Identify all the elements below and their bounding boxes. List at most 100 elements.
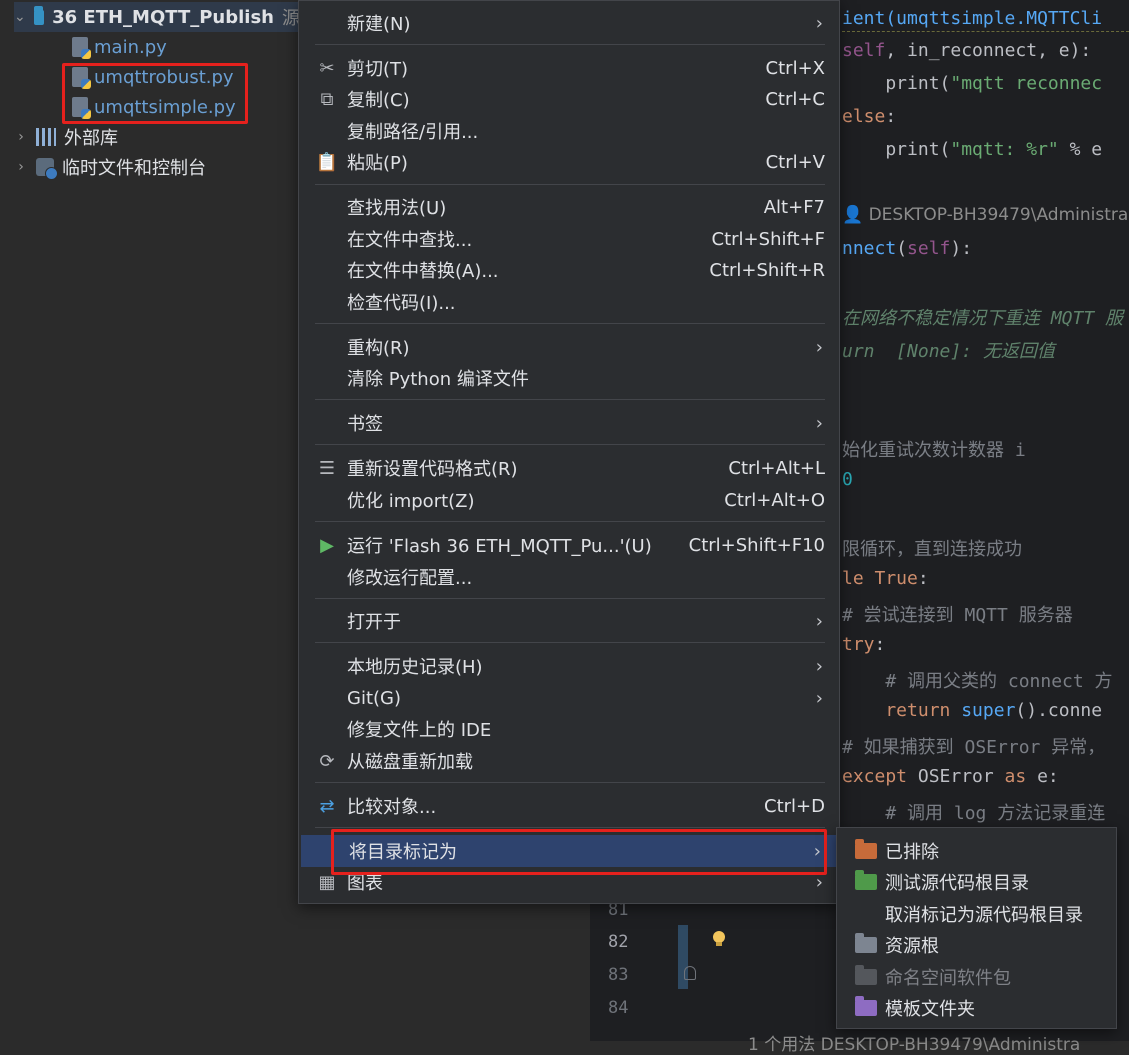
menu-separator [315, 598, 825, 599]
chevron-right-icon: › [815, 12, 823, 34]
submenu-item-resources[interactable]: 资源根 [837, 929, 1116, 960]
root-folder-label: 36 ETH_MQTT_Publish [52, 6, 274, 28]
tree-root-folder[interactable]: ⌄ 36 ETH_MQTT_Publish 源 [14, 2, 300, 32]
menu-separator [315, 827, 825, 828]
menu-item-find-usages[interactable]: 查找用法(U) Alt+F7 [299, 191, 839, 223]
menu-item-refactor[interactable]: 重构(R) › [299, 331, 839, 363]
code-line: except OSError as e: [842, 766, 1059, 787]
tree-file-main[interactable]: main.py [72, 32, 167, 62]
menu-item-inspect-code[interactable]: 检查代码(I)... [299, 286, 839, 318]
run-icon: ▶ [320, 534, 334, 556]
menu-item-find-in-files[interactable]: 在文件中查找... Ctrl+Shift+F [299, 223, 839, 255]
docstring-line: 在网络不稳定情况下重连 MQTT 服 [842, 308, 1124, 329]
menu-item-reload[interactable]: ⟳ 从磁盘重新加载 [299, 745, 839, 777]
menu-item-git[interactable]: Git(G) › [299, 682, 839, 714]
test-folder-icon [855, 869, 877, 890]
comment-line: # 调用 log 方法记录重连 [842, 803, 1106, 824]
reload-icon: ⟳ [319, 750, 335, 772]
line-number: 82 [608, 932, 629, 952]
chevron-right-icon: › [815, 687, 823, 709]
submenu-item-unmark[interactable]: 取消标记为源代码根目录 [837, 898, 1116, 929]
line-gutter [592, 890, 690, 1041]
reformat-icon: ☰ [318, 457, 336, 479]
code-line: return super().conne [842, 700, 1103, 721]
menu-item-replace-in-files[interactable]: 在文件中替换(A)... Ctrl+Shift+R [299, 254, 839, 286]
file-label: main.py [94, 36, 167, 58]
menu-item-clean-python[interactable]: 清除 Python 编译文件 [299, 362, 839, 394]
menu-item-copy[interactable]: ⧉ 复制(C) Ctrl+C [299, 83, 839, 115]
menu-item-repair-ide[interactable]: 修复文件上的 IDE [299, 713, 839, 745]
menu-item-compare[interactable]: ⇄ 比较对象... Ctrl+D [299, 790, 839, 822]
menu-item-modify-run[interactable]: 修改运行配置... [299, 561, 839, 593]
comment-line: # 尝试连接到 MQTT 服务器 [842, 605, 1073, 626]
submenu-item-namespace: 命名空间软件包 [837, 961, 1116, 992]
line-number: 84 [608, 998, 629, 1018]
scratch-icon [36, 158, 58, 180]
menu-item-reformat[interactable]: ☰ 重新设置代码格式(R) Ctrl+Alt+L [299, 452, 839, 484]
menu-item-run[interactable]: ▶ 运行 'Flash 36 ETH_MQTT_Pu...'(U) Ctrl+Shi… [299, 529, 839, 561]
menu-item-cut[interactable]: ✂ 剪切(T) Ctrl+X [299, 52, 839, 84]
docstring-line: urn [None]: 无返回值 [842, 341, 1055, 362]
menu-item-open-in[interactable]: 打开于 › [299, 605, 839, 637]
underline-warning [842, 30, 1129, 32]
comment-line: # 如果捕获到 OSError 异常， [842, 737, 1106, 758]
menu-separator [315, 642, 825, 643]
code-line: print("mqtt: %r" % e [842, 139, 1103, 160]
folder-icon [33, 5, 45, 25]
copy-icon: ⧉ [320, 88, 334, 110]
code-line: print("mqtt reconnec [842, 73, 1103, 94]
user-icon: 👤 [842, 205, 869, 225]
menu-separator [315, 323, 825, 324]
submenu-item-test-sources[interactable]: 测试源代码根目录 [837, 866, 1116, 897]
clipboard-icon: 📋 [315, 151, 339, 173]
menu-separator [315, 399, 825, 400]
line-number: 83 [608, 965, 629, 985]
menu-separator [315, 184, 825, 185]
chevron-right-icon[interactable]: › [14, 129, 28, 145]
comment-line: # 调用父类的 connect 方 [842, 671, 1113, 692]
code-line: le True: [842, 568, 929, 589]
scratches-label: 临时文件和控制台 [62, 158, 206, 179]
menu-item-optimize-imports[interactable]: 优化 import(Z) Ctrl+Alt+O [299, 484, 839, 516]
library-icon [36, 128, 56, 146]
tree-scratches[interactable]: › 临时文件和控制台 [14, 152, 206, 182]
menu-item-paste[interactable]: 📋 粘贴(P) Ctrl+V [299, 146, 839, 178]
project-tree: ⌄ 36 ETH_MQTT_Publish 源 main.py umqttrob… [0, 0, 300, 1041]
menu-separator [315, 782, 825, 783]
fold-icon[interactable] [684, 966, 696, 980]
python-file-icon [72, 37, 91, 59]
author-hint: 👤 DESKTOP-BH39479\Administra [842, 205, 1129, 225]
comment-line: 始化重试次数计数器 i [842, 440, 1026, 461]
highlight-box-mark-directory [331, 829, 827, 875]
menu-item-local-history[interactable]: 本地历史记录(H) › [299, 650, 839, 682]
comment-line: 限循环，直到连接成功 [842, 539, 1022, 560]
chevron-right-icon: › [815, 336, 823, 358]
code-line: else: [842, 106, 897, 127]
chevron-down-icon[interactable]: ⌄ [14, 9, 26, 25]
resources-folder-icon [855, 932, 877, 953]
tree-external-libs[interactable]: › 外部库 [14, 122, 118, 152]
code-line: self, in_reconnect, e): [842, 40, 1092, 61]
usage-hint: 1 个用法 DESKTOP-BH39479\Administra [748, 1035, 1081, 1055]
menu-item-copy-path[interactable]: 复制路径/引用... [299, 115, 839, 147]
chevron-right-icon: › [815, 610, 823, 632]
code-line: 0 [842, 469, 853, 490]
namespace-folder-icon [855, 964, 877, 985]
code-line: try: [842, 634, 886, 655]
compare-icon: ⇄ [319, 795, 335, 817]
excluded-folder-icon [855, 838, 877, 859]
template-folder-icon [855, 995, 877, 1016]
menu-item-bookmarks[interactable]: 书签 › [299, 407, 839, 439]
chevron-right-icon[interactable]: › [14, 159, 28, 175]
submenu-item-excluded[interactable]: 已排除 [837, 835, 1116, 866]
mark-directory-submenu: 已排除 测试源代码根目录 取消标记为源代码根目录 资源根 命名空间软件包 模板文… [836, 827, 1117, 1029]
diagram-icon: ▦ [318, 871, 336, 893]
chevron-right-icon: › [815, 655, 823, 677]
menu-item-new[interactable]: 新建(N) › [299, 7, 839, 39]
context-menu: 新建(N) › ✂ 剪切(T) Ctrl+X ⧉ 复制(C) Ctrl+C 复制路径/引用… [298, 0, 840, 904]
menu-separator [315, 521, 825, 522]
code-line: nnect(self): [842, 238, 973, 259]
submenu-item-templates[interactable]: 模板文件夹 [837, 992, 1116, 1023]
menu-separator [315, 44, 825, 45]
lightbulb-icon[interactable] [711, 930, 727, 948]
